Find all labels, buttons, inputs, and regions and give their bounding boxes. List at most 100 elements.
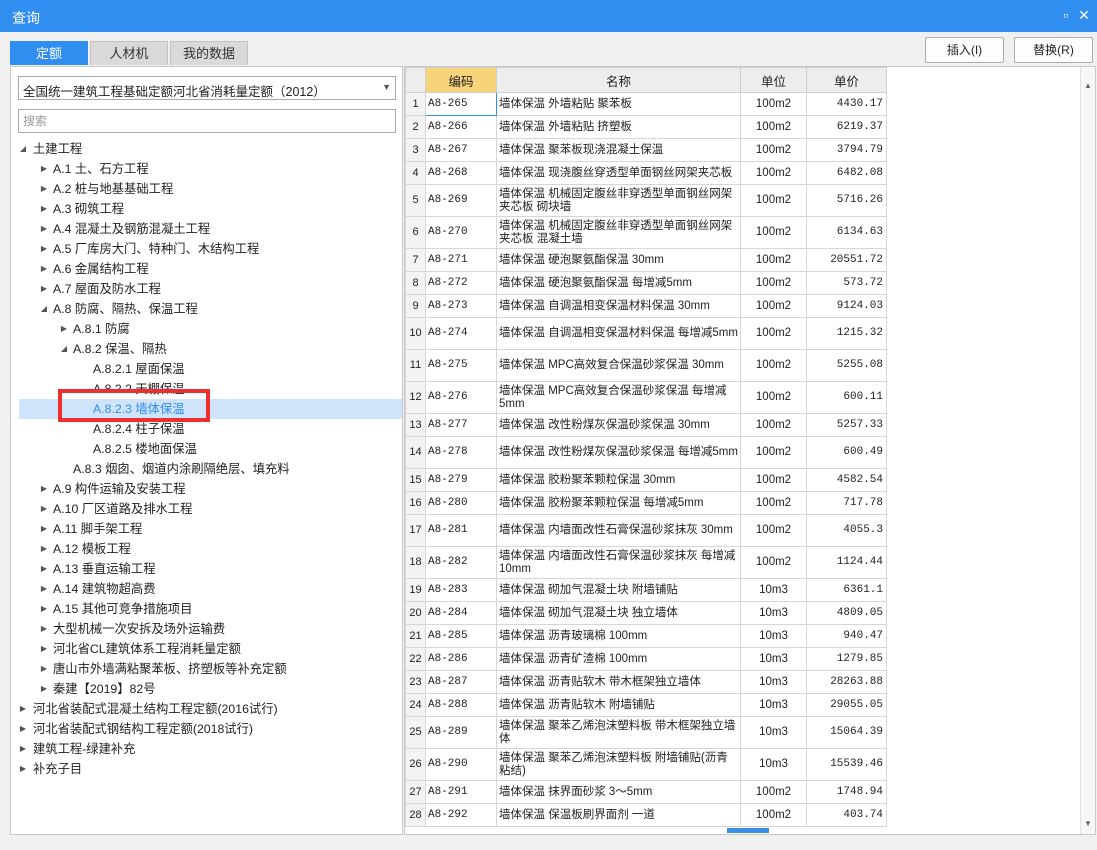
column-header-name[interactable]: 名称 [496,67,741,93]
table-row[interactable]: 6 A8-270 墙体保温 机械固定腹丝非穿透型单面钢丝网架夹芯板 混凝土墙 100m… [405,216,887,249]
expand-arrow-icon[interactable]: ▶ [39,499,49,519]
table-row[interactable]: 25 A8-289 墙体保温 聚苯乙烯泡沫塑料板 带木框架独立墙体 10m3 15064… [405,716,887,749]
expand-arrow-icon[interactable]: ▶ [39,539,49,559]
table-row[interactable]: 16 A8-280 墙体保温 胶粉聚苯颗粒保温 每增减5mm 100m2 717.78 [405,491,887,515]
expand-arrow-icon[interactable]: ▶ [39,279,49,299]
replace-button[interactable]: 替换(R) [1014,37,1093,63]
table-row[interactable]: 9 A8-273 墙体保温 自调温相变保温材料保温 30mm 100m2 9124.03 [405,294,887,318]
splitter-handle[interactable] [727,828,769,833]
expand-arrow-icon[interactable]: ▶ [39,579,49,599]
table-row[interactable]: 2 A8-266 墙体保温 外墙粘贴 挤塑板 100m2 6219.37 [405,115,887,139]
tree-node[interactable]: A.8.3 烟囱、烟道内涂刷隔绝层、填充料 [11,459,402,479]
table-row[interactable]: 10 A8-274 墙体保温 自调温相变保温材料保温 每增减5mm 100m2 1215… [405,317,887,350]
expand-arrow-icon[interactable]: ▶ [18,739,28,759]
table-row[interactable]: 19 A8-283 墙体保温 砌加气混凝土块 附墙铺贴 10m3 6361.1 [405,578,887,602]
vertical-scrollbar[interactable]: ▲ ▼ [1080,67,1095,834]
tab-quota[interactable]: 定额 [10,41,88,65]
collapse-arrow-icon[interactable]: ◢ [59,339,69,359]
column-header-unit[interactable]: 单位 [740,67,807,93]
table-row[interactable]: 15 A8-279 墙体保温 胶粉聚苯颗粒保温 30mm 100m2 4582.54 [405,468,887,492]
tree-node[interactable]: ◢ A.8 防腐、隔热、保温工程 [11,299,402,319]
tree-node[interactable]: ▶ 河北省装配式钢结构工程定额(2018试行) [11,719,402,739]
expand-arrow-icon[interactable]: ▶ [39,179,49,199]
column-header-code[interactable]: 编码 [425,67,497,93]
expand-arrow-icon[interactable]: ▶ [39,639,49,659]
table-row[interactable]: 13 A8-277 墙体保温 改性粉煤灰保温砂浆保温 30mm 100m2 5257.3… [405,413,887,437]
table-row[interactable]: 18 A8-282 墙体保温 内墙面改性石膏保温砂浆抹灰 每增减10mm 100m2 1… [405,546,887,579]
table-row[interactable]: 20 A8-284 墙体保温 砌加气混凝土块 独立墙体 10m3 4809.05 [405,601,887,625]
tree-node[interactable]: ◢ 土建工程 [11,139,402,159]
expand-arrow-icon[interactable]: ▶ [39,599,49,619]
tree-node[interactable]: A.8.2.4 柱子保温 [11,419,402,439]
table-row[interactable]: 28 A8-292 墙体保温 保温板刷界面剂 一道 100m2 403.74 [405,803,887,827]
collapse-arrow-icon[interactable]: ◢ [18,139,28,159]
expand-arrow-icon[interactable]: ▶ [18,719,28,739]
tree-node[interactable]: ▶ 河北省CL建筑体系工程消耗量定额 [11,639,402,659]
table-row[interactable]: 27 A8-291 墙体保温 抹界面砂浆 3～5mm 100m2 1748.94 [405,780,887,804]
tree-node[interactable]: ▶ A.8.1 防腐 [11,319,402,339]
table-row[interactable]: 24 A8-288 墙体保温 沥青贴软木 附墙铺贴 10m3 29055.05 [405,693,887,717]
tree-node[interactable]: ▶ A.1 土、石方工程 [11,159,402,179]
table-row[interactable]: 14 A8-278 墙体保温 改性粉煤灰保温砂浆保温 每增减5mm 100m2 600.… [405,436,887,469]
expand-arrow-icon[interactable]: ▶ [18,699,28,719]
maximize-icon[interactable]: ▫ [1058,7,1074,23]
table-row[interactable]: 22 A8-286 墙体保温 沥青矿渣棉 100mm 10m3 1279.85 [405,647,887,671]
expand-arrow-icon[interactable]: ▶ [18,759,28,779]
tree-node[interactable]: ▶ A.3 砌筑工程 [11,199,402,219]
tree-node[interactable]: ▶ A.6 金属结构工程 [11,259,402,279]
tree-node[interactable]: ▶ A.12 模板工程 [11,539,402,559]
expand-arrow-icon[interactable]: ▶ [39,679,49,699]
expand-arrow-icon[interactable]: ▶ [39,239,49,259]
table-row[interactable]: 1 A8-265 墙体保温 外墙粘贴 聚苯板 100m2 4430.17 [405,92,887,116]
tree-node[interactable]: A.8.2.5 楼地面保温 [11,439,402,459]
expand-arrow-icon[interactable]: ▶ [39,519,49,539]
table-row[interactable]: 11 A8-275 墙体保温 MPC高效复合保温砂浆保温 30mm 100m2 5255… [405,349,887,382]
tree-node[interactable]: ▶ A.11 脚手架工程 [11,519,402,539]
table-row[interactable]: 21 A8-285 墙体保温 沥青玻璃棉 100mm 10m3 940.47 [405,624,887,648]
expand-arrow-icon[interactable]: ▶ [39,219,49,239]
tree-node[interactable]: ▶ A.2 桩与地基基础工程 [11,179,402,199]
tree-node[interactable]: ▶ 秦建【2019】82号 [11,679,402,699]
insert-button[interactable]: 插入(I) [925,37,1004,63]
table-row[interactable]: 23 A8-287 墙体保温 沥青贴软木 带木框架独立墙体 10m3 28263.88 [405,670,887,694]
expand-arrow-icon[interactable]: ▶ [39,199,49,219]
expand-arrow-icon[interactable]: ▶ [39,479,49,499]
quota-book-select[interactable]: 全国统一建筑工程基础定额河北省消耗量定额（2012） ▼ [18,76,396,100]
scroll-down-icon[interactable]: ▼ [1084,819,1092,828]
expand-arrow-icon[interactable]: ▶ [39,159,49,179]
tree-node[interactable]: ▶ A.14 建筑物超高费 [11,579,402,599]
tree-node[interactable]: ▶ 大型机械一次安拆及场外运输费 [11,619,402,639]
table-row[interactable]: 7 A8-271 墙体保温 硬泡聚氨酯保温 30mm 100m2 20551.72 [405,248,887,272]
close-icon[interactable]: ✕ [1076,7,1092,23]
tree-node[interactable]: ▶ A.4 混凝土及钢筋混凝土工程 [11,219,402,239]
tree-node[interactable]: ▶ A.7 屋面及防水工程 [11,279,402,299]
table-row[interactable]: 5 A8-269 墙体保温 机械固定腹丝非穿透型单面钢丝网架夹芯板 砌块墙 100m2… [405,184,887,217]
tree-node[interactable]: ▶ 补充子目 [11,759,402,779]
search-input[interactable] [18,109,396,133]
expand-arrow-icon[interactable]: ▶ [39,259,49,279]
tree-node[interactable]: ▶ 唐山市外墙满粘聚苯板、挤塑板等补充定额 [11,659,402,679]
table-row[interactable]: 8 A8-272 墙体保温 硬泡聚氨酯保温 每增减5mm 100m2 573.72 [405,271,887,295]
tree-node[interactable]: ▶ 河北省装配式混凝土结构工程定额(2016试行) [11,699,402,719]
tree-node[interactable]: ▶ A.10 厂区道路及排水工程 [11,499,402,519]
tree-node[interactable]: ▶ A.5 厂库房大门、特种门、木结构工程 [11,239,402,259]
collapse-arrow-icon[interactable]: ◢ [39,299,49,319]
tree-node[interactable]: ◢ A.8.2 保温、隔热 [11,339,402,359]
tree-node[interactable]: ▶ A.15 其他可竞争措施项目 [11,599,402,619]
scroll-up-icon[interactable]: ▲ [1084,81,1092,90]
tab-my-data[interactable]: 我的数据 [170,41,248,65]
tree-node[interactable]: ▶ A.9 构件运输及安装工程 [11,479,402,499]
tree-node[interactable]: A.8.2.1 屋面保温 [11,359,402,379]
table-row[interactable]: 17 A8-281 墙体保温 内墙面改性石膏保温砂浆抹灰 30mm 100m2 4055… [405,514,887,547]
tab-labor-material-machine[interactable]: 人材机 [90,41,168,65]
tree-node[interactable]: ▶ A.13 垂直运输工程 [11,559,402,579]
table-row[interactable]: 26 A8-290 墙体保温 聚苯乙烯泡沫塑料板 附墙铺贴(沥青粘结) 10m3 155… [405,748,887,781]
column-header-price[interactable]: 单价 [806,67,887,93]
expand-arrow-icon[interactable]: ▶ [59,319,69,339]
table-row[interactable]: 3 A8-267 墙体保温 聚苯板现浇混凝土保温 100m2 3794.79 [405,138,887,162]
table-row[interactable]: 12 A8-276 墙体保温 MPC高效复合保温砂浆保温 每增减5mm 100m2 60… [405,381,887,414]
table-row[interactable]: 4 A8-268 墙体保温 现浇腹丝穿透型单面钢丝网架夹芯板 100m2 6482.08 [405,161,887,185]
expand-arrow-icon[interactable]: ▶ [39,619,49,639]
expand-arrow-icon[interactable]: ▶ [39,559,49,579]
expand-arrow-icon[interactable]: ▶ [39,659,49,679]
